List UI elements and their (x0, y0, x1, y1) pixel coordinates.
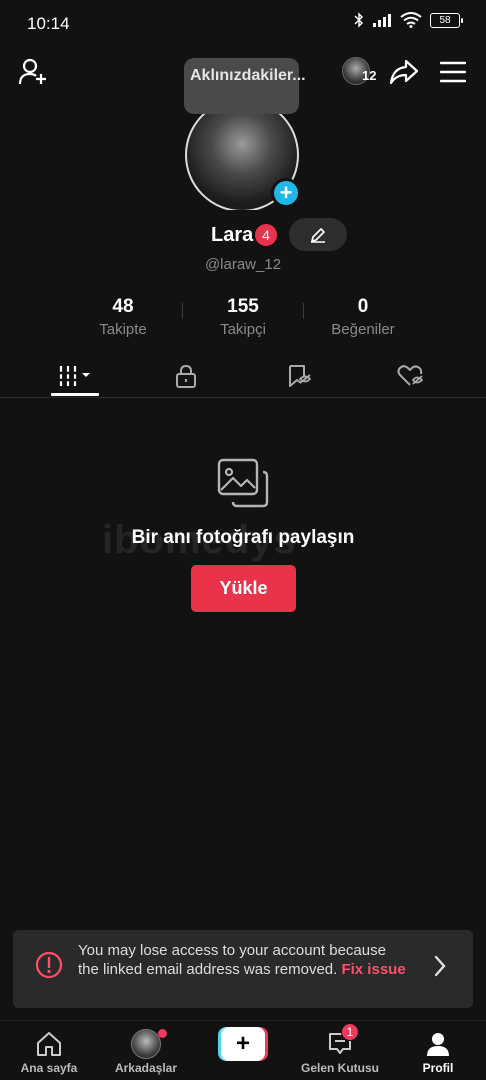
nav-inbox[interactable]: 1 Gelen Kutusu (295, 1021, 385, 1080)
profile-name: Lara (211, 224, 254, 246)
battery-level: 58 (439, 14, 451, 26)
story-count: 12 (362, 68, 377, 83)
status-icons: 58 (354, 12, 463, 28)
stat-following-value: 48 (112, 296, 134, 317)
profile-tabs (0, 356, 486, 398)
add-story-button[interactable]: + (271, 178, 301, 208)
tab-videos[interactable] (30, 356, 120, 396)
profile-icon (427, 1033, 449, 1056)
status-time: 10:14 (27, 14, 70, 33)
stat-following[interactable]: 48 Takipte (63, 296, 183, 338)
photos-icon (217, 458, 269, 508)
upload-button[interactable]: Yükle (191, 565, 296, 612)
inbox-count-badge: 1 (341, 1023, 359, 1041)
wifi-icon (400, 12, 422, 28)
stat-likes-label: Beğeniler (331, 321, 395, 338)
bluetooth-icon (354, 12, 363, 28)
status-bar: 10:14 58 (0, 0, 486, 46)
profile-username: @laraw_12 (204, 256, 282, 273)
empty-state-title: Bir anı fotoğrafı paylaşın (131, 527, 355, 548)
story-viewers-button[interactable]: 12 (342, 57, 380, 87)
nav-friends-label: Arkadaşlar (114, 1061, 178, 1075)
stat-likes-value: 0 (357, 296, 369, 317)
nav-profile[interactable]: Profil (393, 1021, 483, 1080)
stat-following-label: Takipte (99, 321, 147, 338)
signal-icon (373, 14, 391, 27)
menu-icon[interactable] (440, 61, 466, 83)
liked-icon (397, 365, 424, 386)
name-notification-badge: 4 (255, 224, 277, 246)
friends-notification-dot (158, 1029, 167, 1038)
battery-icon: 58 (430, 12, 463, 28)
stat-likes[interactable]: 0 Beğeniler (303, 296, 423, 338)
tab-liked[interactable] (366, 356, 456, 396)
create-button[interactable]: + (218, 1027, 268, 1061)
edit-profile-button[interactable] (289, 218, 347, 251)
share-icon[interactable] (389, 58, 419, 86)
warning-icon (35, 951, 63, 979)
banner-message: You may lose access to your account beca… (78, 941, 408, 979)
chevron-right-icon[interactable] (433, 955, 447, 977)
tab-private[interactable] (141, 356, 231, 396)
add-friend-icon[interactable] (18, 58, 48, 86)
home-icon (37, 1032, 61, 1056)
stat-followers-value: 155 (227, 296, 259, 317)
nav-friends[interactable]: Arkadaşlar (101, 1021, 191, 1080)
tab-tagged[interactable] (255, 356, 345, 396)
friends-avatar (131, 1029, 161, 1059)
nav-profile-label: Profil (422, 1061, 454, 1075)
pencil-icon (311, 227, 325, 243)
nav-inbox-label: Gelen Kutusu (300, 1061, 379, 1075)
fix-issue-link[interactable]: Fix issue (341, 961, 405, 978)
banner-message-text: You may lose access to your account beca… (78, 942, 386, 978)
stat-followers-label: Takipçi (220, 321, 266, 338)
videos-grid-icon (58, 366, 90, 386)
lock-icon (176, 364, 196, 388)
tagged-icon (289, 365, 312, 387)
plus-icon: + (221, 1027, 265, 1061)
stat-followers[interactable]: 155 Takipçi (183, 296, 303, 338)
note-tooltip[interactable]: Aklınızdakiler... (184, 58, 306, 114)
nav-home[interactable]: Ana sayfa (4, 1021, 94, 1080)
nav-home-label: Ana sayfa (20, 1061, 78, 1075)
tab-active-indicator (51, 393, 99, 396)
account-warning-banner[interactable]: You may lose access to your account beca… (13, 930, 473, 1008)
